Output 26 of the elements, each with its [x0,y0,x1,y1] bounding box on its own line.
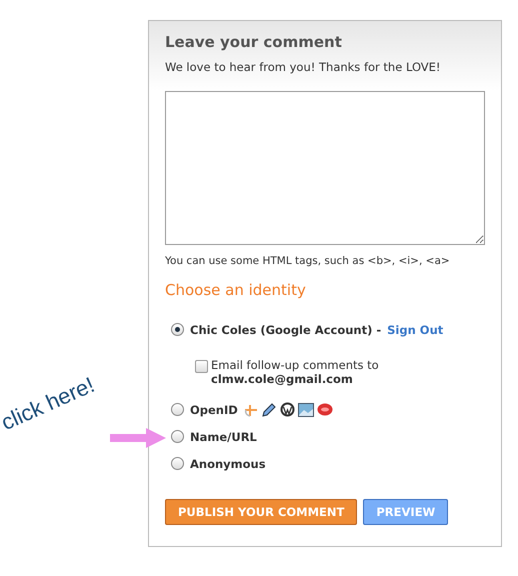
email-address: clmw.cole@gmail.com [211,372,354,386]
radio-button[interactable] [171,323,184,336]
annotation-text: click here! [0,372,98,436]
badge-icon[interactable] [316,403,333,416]
identity-heading: Choose an identity [165,281,307,299]
identity-label: Anonymous [190,456,266,470]
image-icon[interactable] [298,402,314,416]
identity-label: Chic Coles (Google Account) - [190,322,382,336]
email-checkbox[interactable] [195,360,208,373]
form-subtitle: We love to hear from you! Thanks for the LOVE! [165,60,442,74]
form-title: Leave your comment [165,33,343,51]
pencil-icon[interactable] [260,402,277,418]
radio-button[interactable] [171,457,184,470]
identity-label: OpenID [190,402,238,416]
sign-out-link[interactable]: Sign Out [387,322,444,336]
wordpress-icon[interactable] [280,402,295,417]
openid-icon[interactable] [244,402,258,416]
arrow-icon [110,428,166,448]
html-hint: You can use some HTML tags, such as <b>, <i>, <a> [165,255,451,267]
comment-field[interactable] [165,91,485,245]
publish-button[interactable]: PUBLISH YOUR COMMENT [165,499,358,525]
email-option-label: Email follow-up comments to [211,358,379,372]
radio-button[interactable] [171,430,184,443]
preview-button[interactable]: PREVIEW [363,499,448,525]
radio-button[interactable] [171,403,184,416]
identity-label: Name/URL [190,430,257,444]
